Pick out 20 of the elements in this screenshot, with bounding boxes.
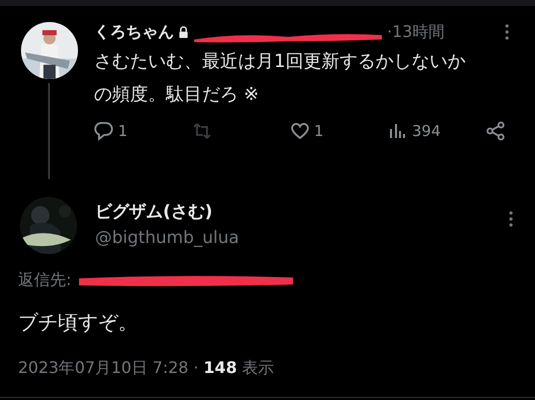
tweet-text: さむたいむ、最近は月1回更新するかしないかの頻度。駄目だろ ※ xyxy=(94,50,466,107)
action-count: 394 xyxy=(412,122,441,140)
reply-to-label: 返信先: xyxy=(18,270,72,291)
bar-chart-icon[interactable] xyxy=(388,121,408,141)
display-name[interactable]: ビグザム(さむ) xyxy=(95,199,240,225)
separator-dot: · xyxy=(193,358,199,377)
view-count: 148 xyxy=(204,358,237,377)
views-label: 表示 xyxy=(242,358,274,379)
more-icon[interactable] xyxy=(509,211,513,227)
reply-icon[interactable] xyxy=(94,121,114,141)
tweet-text: ブチ頃すぞ。 xyxy=(17,309,139,336)
user-handle[interactable]: @bigthumb_ulua xyxy=(95,225,240,251)
heart-icon[interactable] xyxy=(290,121,310,141)
tweet-time[interactable]: ·13時間 xyxy=(387,22,444,42)
action-count: 1 xyxy=(118,122,128,140)
tweet-date[interactable]: 2023年07月10日 7:28 xyxy=(18,358,188,379)
display-name[interactable]: くろちゃん xyxy=(94,22,174,42)
share-icon[interactable] xyxy=(486,121,506,141)
more-icon[interactable] xyxy=(505,24,509,40)
action-count: 1 xyxy=(314,122,324,140)
